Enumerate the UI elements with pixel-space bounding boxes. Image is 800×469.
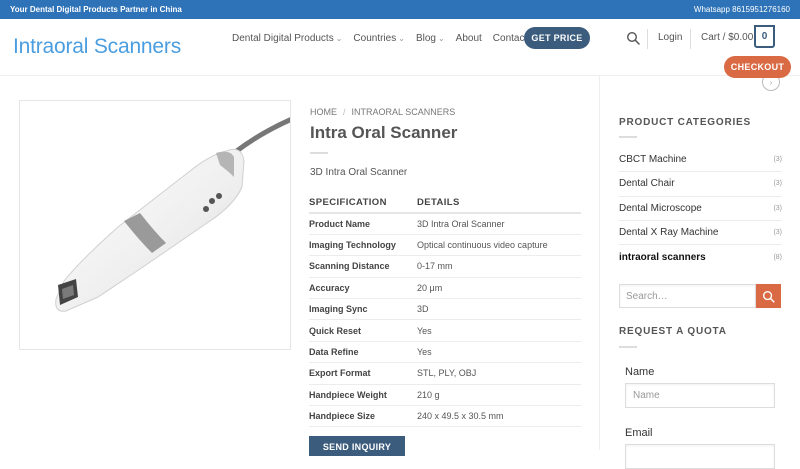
email-label: Email [625, 427, 653, 439]
category-name: Dental Chair [619, 178, 675, 190]
spec-key: Imaging Sync [309, 298, 417, 321]
nav-countries[interactable]: Countries ⌄ [353, 33, 405, 44]
product-image[interactable] [19, 100, 291, 350]
spec-value: 0-17 mm [417, 255, 581, 278]
top-bar: Your Dental Digital Products Partner in … [0, 0, 800, 19]
nav-label: Blog [415, 32, 436, 44]
spec-value: 3D [417, 298, 581, 321]
spec-value: STL, PLY, OBJ [417, 362, 581, 385]
category-count: (8) [773, 253, 782, 261]
table-row: Imaging Technology Optical continuous vid… [309, 234, 581, 257]
name-label: Name [625, 366, 655, 378]
nav-dental-digital-products[interactable]: Dental Digital Products ⌄ [232, 33, 342, 44]
column-header: SPECIFICATION [309, 192, 417, 214]
spec-key: Quick Reset [309, 319, 417, 342]
spec-value: Yes [417, 341, 581, 364]
divider [619, 346, 637, 348]
divider [310, 152, 328, 154]
send-inquiry-button[interactable]: SEND INQUIRY [309, 436, 405, 456]
name-field[interactable]: Name [625, 383, 775, 408]
table-row: Export Format STL, PLY, OBJ [309, 362, 581, 385]
product-title: Intra Oral Scanner [310, 123, 458, 142]
category-item[interactable]: Dental Chair (3) [619, 172, 782, 197]
spec-key: Product Name [309, 213, 417, 235]
divider [619, 136, 637, 138]
table-row: Quick Reset Yes [309, 319, 581, 342]
table-row: Handpiece Size 240 x 49.5 x 30.5 mm [309, 405, 581, 428]
nav-about[interactable]: About [456, 33, 482, 44]
nav-blog[interactable]: Blog ⌄ [416, 33, 445, 44]
table-row: Scanning Distance 0-17 mm [309, 255, 581, 278]
sidebar-search-button[interactable] [756, 284, 781, 308]
table-row: Data Refine Yes [309, 341, 581, 364]
search-icon [762, 290, 775, 303]
spec-value: 20 μm [417, 277, 581, 300]
category-count: (3) [773, 229, 782, 237]
spec-key: Export Format [309, 362, 417, 385]
tagline: Your Dental Digital Products Partner in … [10, 5, 182, 14]
category-count: (3) [773, 180, 782, 188]
column-header: DETAILS [417, 192, 581, 214]
spec-key: Data Refine [309, 341, 417, 364]
breadcrumb-separator: / [343, 107, 346, 117]
intraoral-scanner-image [55, 117, 290, 312]
category-count: (3) [773, 156, 782, 164]
spec-value: 210 g [417, 384, 581, 407]
nav-label: Countries [353, 32, 397, 44]
checkout-button[interactable]: CHECKOUT [724, 56, 791, 78]
breadcrumb-category[interactable]: INTRAORAL SCANNERS [352, 107, 456, 117]
sidebar-divider [599, 76, 600, 450]
sidebar-search-input[interactable]: Search… [619, 284, 756, 308]
category-item-active[interactable]: intraoral scanners (8) [619, 245, 782, 269]
breadcrumb-home[interactable]: HOME [310, 107, 337, 117]
request-quota-heading: REQUEST A QUOTA [619, 326, 727, 337]
nav-label: Dental Digital Products [232, 32, 334, 44]
category-name: intraoral scanners [619, 251, 706, 263]
spec-key: Accuracy [309, 277, 417, 300]
table-row: Accuracy 20 μm [309, 277, 581, 300]
table-header-row: SPECIFICATION DETAILS [309, 192, 581, 214]
breadcrumb: HOME / INTRAORAL SCANNERS [310, 107, 455, 117]
login-link[interactable]: Login [658, 32, 682, 43]
category-count: (3) [773, 204, 782, 212]
spec-value: 240 x 49.5 x 30.5 mm [417, 405, 581, 428]
spec-value: Optical continuous video capture [417, 234, 581, 257]
email-field[interactable] [625, 444, 775, 469]
category-item[interactable]: Dental X Ray Machine (3) [619, 221, 782, 246]
spec-table: SPECIFICATION DETAILS Product Name 3D Int… [309, 192, 581, 428]
product-subtitle: 3D Intra Oral Scanner [310, 167, 408, 178]
cart-count-badge[interactable]: 0 [754, 25, 775, 48]
category-name: Dental X Ray Machine [619, 227, 719, 239]
nav-contact[interactable]: Contact [493, 33, 527, 44]
spec-key: Scanning Distance [309, 255, 417, 278]
category-item[interactable]: CBCT Machine (3) [619, 148, 782, 173]
table-row: Handpiece Weight 210 g [309, 384, 581, 407]
nav-label: Contact [492, 32, 528, 44]
table-row: Imaging Sync 3D [309, 298, 581, 321]
spec-key: Handpiece Weight [309, 384, 417, 407]
cart-link[interactable]: Cart / $0.00 [701, 32, 753, 43]
chevron-down-icon: ⌄ [437, 33, 445, 43]
search-icon[interactable] [626, 31, 640, 45]
product-categories-heading: PRODUCT CATEGORIES [619, 117, 751, 128]
category-item[interactable]: Dental Microscope (3) [619, 197, 782, 221]
divider [690, 29, 691, 49]
table-row: Product Name 3D Intra Oral Scanner [309, 213, 581, 235]
site-header: Intraoral Scanners Dental Digital Produc… [0, 19, 800, 76]
category-list: CBCT Machine (3) Dental Chair (3) Dental… [619, 148, 782, 269]
spec-value: Yes [417, 319, 581, 342]
get-price-button[interactable]: GET PRICE [524, 27, 590, 49]
category-name: CBCT Machine [619, 154, 687, 166]
chevron-down-icon: ⌄ [398, 33, 405, 43]
spec-value: 3D Intra Oral Scanner [417, 213, 581, 235]
nav-label: About [455, 32, 482, 44]
category-name: Dental Microscope [619, 202, 702, 214]
whatsapp-contact[interactable]: Whatsapp 8615951276160 [694, 5, 790, 14]
spec-key: Handpiece Size [309, 405, 417, 428]
divider [647, 29, 648, 49]
spec-key: Imaging Technology [309, 234, 417, 257]
chevron-down-icon: ⌄ [335, 33, 343, 43]
main-nav: Dental Digital Products ⌄ Countries ⌄ Blog… [232, 31, 538, 45]
site-logo[interactable]: Intraoral Scanners [13, 35, 181, 59]
